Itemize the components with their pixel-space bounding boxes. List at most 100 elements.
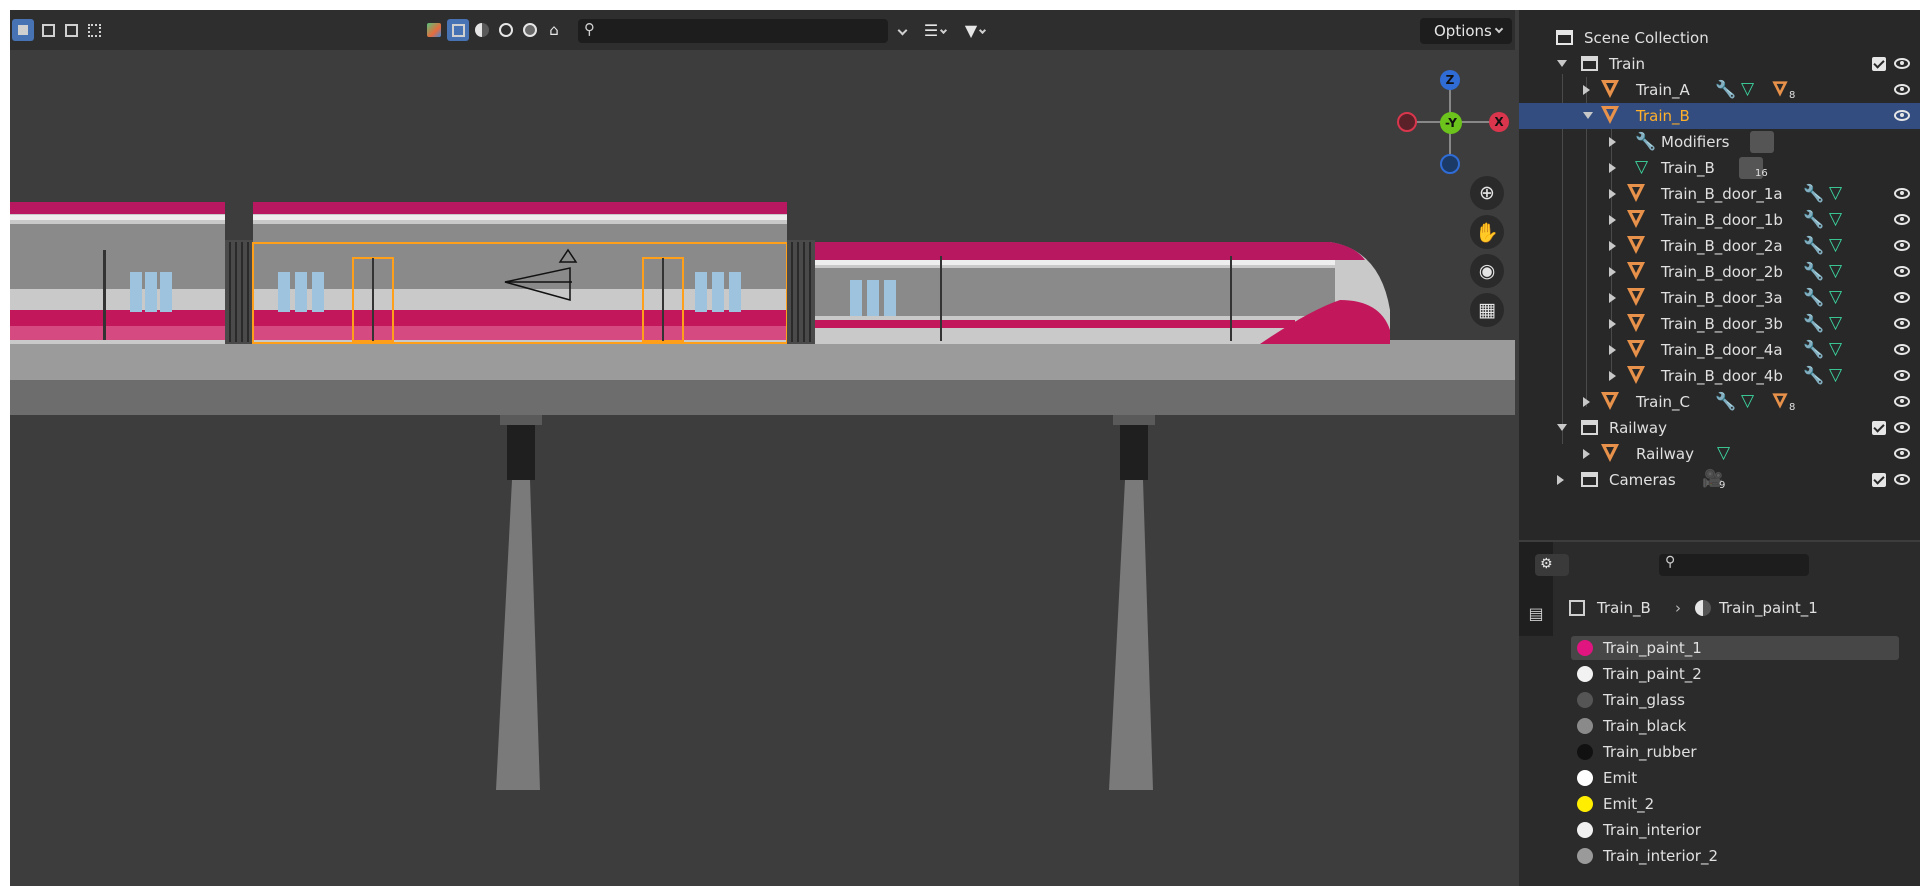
ortho-grid-icon[interactable]: ▦: [1470, 293, 1504, 327]
outliner-object-train-b[interactable]: Train_B: [1519, 103, 1920, 129]
modifier-wrench-icon[interactable]: 🔧: [1715, 80, 1736, 100]
expand-chevron-icon[interactable]: [1609, 215, 1616, 225]
outliner-object-train-b-door-4b[interactable]: Train_B_door_4b 🔧 ▽: [1519, 363, 1920, 389]
outliner-object-train-b-door-1a[interactable]: Train_B_door_1a 🔧 ▽: [1519, 181, 1920, 207]
collapse-chevron-icon[interactable]: [1557, 424, 1567, 431]
material-slot-item[interactable]: Train_interior: [1571, 818, 1899, 842]
gizmo-neg-z-axis[interactable]: [1440, 154, 1460, 174]
material-slot-item[interactable]: Train_interior_2: [1571, 844, 1899, 868]
outliner-object-train-c[interactable]: Train_C 🔧 ▽ 8: [1519, 389, 1920, 415]
visibility-eye-icon[interactable]: [1894, 84, 1910, 95]
visibility-eye-icon[interactable]: [1894, 110, 1910, 121]
expand-chevron-icon[interactable]: [1609, 189, 1616, 199]
expand-chevron-icon[interactable]: [1583, 85, 1590, 95]
collapse-chevron-icon[interactable]: [1557, 60, 1567, 67]
mesh-data-icon[interactable]: ▽: [1741, 79, 1754, 99]
expand-chevron-icon[interactable]: [1609, 241, 1616, 251]
child-objects-icon[interactable]: [1772, 393, 1788, 409]
modifier-wrench-icon[interactable]: 🔧: [1803, 340, 1824, 360]
expand-chevron-icon[interactable]: [1583, 397, 1590, 407]
mesh-data-icon[interactable]: ▽: [1829, 339, 1842, 359]
visibility-eye-icon[interactable]: [1894, 396, 1910, 407]
expand-chevron-icon[interactable]: [1609, 319, 1616, 329]
exclude-checkbox[interactable]: [1872, 421, 1886, 435]
expand-chevron-icon[interactable]: [1557, 475, 1564, 485]
outliner-modifiers[interactable]: 🔧 Modifiers: [1519, 129, 1920, 155]
child-objects-icon[interactable]: [1772, 81, 1788, 97]
pan-hand-icon[interactable]: ✋: [1470, 215, 1504, 249]
material-slot-item[interactable]: Train_paint_2: [1571, 662, 1899, 686]
exclude-checkbox[interactable]: [1872, 57, 1886, 71]
modifier-wrench-icon[interactable]: 🔧: [1803, 314, 1824, 334]
visibility-eye-icon[interactable]: [1894, 474, 1910, 485]
modifier-wrench-icon[interactable]: 🔧: [1803, 210, 1824, 230]
outliner-object-train-b-door-3b[interactable]: Train_B_door_3b 🔧 ▽: [1519, 311, 1920, 337]
visibility-eye-icon[interactable]: [1894, 422, 1910, 433]
expand-chevron-icon[interactable]: [1609, 137, 1616, 147]
modifier-wrench-icon[interactable]: 🔧: [1803, 366, 1824, 386]
modifier-wrench-icon[interactable]: 🔧: [1803, 184, 1824, 204]
3d-viewport[interactable]: ⌂ ⚲ ☰ ▼ Options Z -Y X ⊕ ✋ ◉ ▦: [10, 10, 1515, 876]
visibility-eye-icon[interactable]: [1894, 318, 1910, 329]
scene-render[interactable]: [10, 10, 1515, 876]
expand-chevron-icon[interactable]: [1609, 293, 1616, 303]
visibility-eye-icon[interactable]: [1894, 292, 1910, 303]
editor-type-dropdown[interactable]: ⚙: [1535, 554, 1569, 576]
visibility-eye-icon[interactable]: [1894, 266, 1910, 277]
material-slot-item[interactable]: Emit_2: [1571, 792, 1899, 816]
gizmo-neg-x-axis[interactable]: [1397, 112, 1417, 132]
outliner-object-train-b-door-3a[interactable]: Train_B_door_3a 🔧 ▽: [1519, 285, 1920, 311]
expand-chevron-icon[interactable]: [1609, 267, 1616, 277]
collection-tab-icon[interactable]: ▤: [1525, 602, 1547, 624]
mesh-data-icon[interactable]: ▽: [1829, 235, 1842, 255]
mesh-data-icon[interactable]: ▽: [1829, 313, 1842, 333]
expand-chevron-icon[interactable]: [1583, 449, 1590, 459]
modifier-wrench-icon[interactable]: 🔧: [1803, 236, 1824, 256]
gizmo-y-axis[interactable]: -Y: [1440, 112, 1462, 134]
outliner-object-train-b-door-4a[interactable]: Train_B_door_4a 🔧 ▽: [1519, 337, 1920, 363]
gizmo-z-axis[interactable]: Z: [1440, 70, 1460, 90]
visibility-eye-icon[interactable]: [1894, 58, 1910, 69]
material-slot-item[interactable]: Train_rubber: [1571, 740, 1899, 764]
mesh-data-icon[interactable]: ▽: [1829, 183, 1842, 203]
collapse-chevron-icon[interactable]: [1583, 112, 1593, 119]
outliner-scene-collection[interactable]: Scene Collection: [1519, 25, 1920, 51]
visibility-eye-icon[interactable]: [1894, 344, 1910, 355]
outliner-collection-cameras[interactable]: Cameras 🎥 9: [1519, 467, 1920, 493]
mesh-data-icon[interactable]: ▽: [1717, 443, 1730, 463]
visibility-eye-icon[interactable]: [1894, 370, 1910, 381]
material-slot-item[interactable]: Train_glass: [1571, 688, 1899, 712]
visibility-eye-icon[interactable]: [1894, 448, 1910, 459]
mesh-data-icon[interactable]: ▽: [1829, 209, 1842, 229]
mesh-data-icon[interactable]: ▽: [1829, 287, 1842, 307]
modifier-wrench-icon[interactable]: 🔧: [1715, 392, 1736, 412]
expand-chevron-icon[interactable]: [1609, 163, 1616, 173]
mesh-data-icon[interactable]: ▽: [1829, 261, 1842, 281]
outliner-object-train-b-door-2b[interactable]: Train_B_door_2b 🔧 ▽: [1519, 259, 1920, 285]
outliner-collection-railway[interactable]: Railway: [1519, 415, 1920, 441]
modifier-wrench-icon[interactable]: 🔧: [1803, 288, 1824, 308]
zoom-icon[interactable]: ⊕: [1470, 176, 1504, 210]
exclude-checkbox[interactable]: [1872, 473, 1886, 487]
outliner-object-train-b-door-2a[interactable]: Train_B_door_2a 🔧 ▽: [1519, 233, 1920, 259]
expand-chevron-icon[interactable]: [1609, 371, 1616, 381]
outliner-object-train-b-door-1b[interactable]: Train_B_door_1b 🔧 ▽: [1519, 207, 1920, 233]
mesh-data-icon[interactable]: ▽: [1741, 391, 1754, 411]
material-slot-item[interactable]: Train_black: [1571, 714, 1899, 738]
mesh-data-icon[interactable]: ▽: [1829, 365, 1842, 385]
modifier-type-icon[interactable]: [1750, 131, 1774, 153]
material-slot-item[interactable]: Train_paint_1: [1571, 636, 1899, 660]
modifier-wrench-icon[interactable]: 🔧: [1803, 262, 1824, 282]
expand-chevron-icon[interactable]: [1609, 345, 1616, 355]
outliner-object-railway[interactable]: Railway ▽: [1519, 441, 1920, 467]
visibility-eye-icon[interactable]: [1894, 214, 1910, 225]
visibility-eye-icon[interactable]: [1894, 240, 1910, 251]
material-slot-item[interactable]: Emit: [1571, 766, 1899, 790]
camera-view-icon[interactable]: ◉: [1470, 254, 1504, 288]
outliner-mesh-train-b[interactable]: ▽ Train_B 16: [1519, 155, 1920, 181]
visibility-eye-icon[interactable]: [1894, 188, 1910, 199]
outliner-collection-train[interactable]: Train: [1519, 51, 1920, 77]
outliner-object-train-a[interactable]: Train_A 🔧 ▽ 8: [1519, 77, 1920, 103]
gizmo-x-axis[interactable]: X: [1489, 112, 1509, 132]
properties-search-input[interactable]: ⚲: [1659, 554, 1809, 576]
